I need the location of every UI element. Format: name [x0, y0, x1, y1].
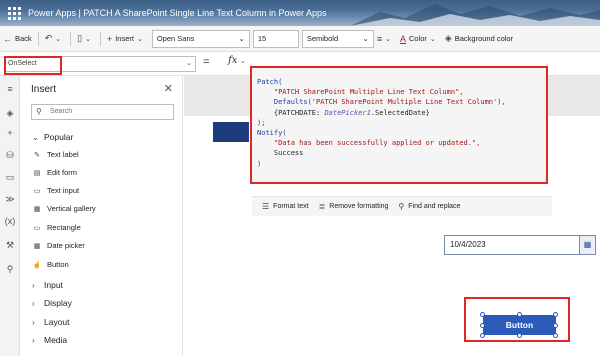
insert-item-text-input[interactable]: ▭ Text input — [32, 186, 79, 195]
clipboard-icon: ▯ — [77, 33, 83, 43]
resize-handle[interactable] — [480, 323, 485, 328]
chevron-down-icon: ⌄ — [136, 35, 143, 43]
resize-handle[interactable] — [553, 333, 558, 338]
database-icon[interactable]: ⛁ — [0, 148, 20, 162]
insert-panel: Insert ✕ ⚲ Search ⌄ Popular ✎ Text label ▤ E… — [20, 76, 183, 356]
menu-icon[interactable]: ≡ — [0, 82, 20, 96]
font-family-dropdown[interactable]: Open Sans ⌄ — [151, 29, 250, 48]
close-icon[interactable]: ✕ — [164, 82, 173, 95]
chevron-down-icon: ⌄ — [32, 133, 39, 142]
app-launcher-icon[interactable] — [4, 3, 24, 23]
rectangle-icon: ▭ — [33, 224, 41, 232]
search-icon: ⚲ — [36, 107, 42, 116]
flow-icon[interactable]: ≫ — [0, 192, 20, 206]
insert-item-edit-form[interactable]: ▤ Edit form — [32, 168, 77, 177]
button-icon: ☝ — [32, 261, 42, 269]
text-label-icon: ✎ — [34, 151, 40, 159]
mountain-banner-image — [350, 4, 600, 26]
insert-item-rectangle[interactable]: ▭ Rectangle — [32, 223, 81, 232]
search-icon[interactable]: ⚲ — [0, 262, 20, 276]
chevron-right-icon: › — [32, 281, 35, 290]
text-input-icon: ▭ — [33, 187, 41, 195]
insert-button[interactable]: + Insert ⌄ — [104, 30, 149, 48]
color-button[interactable]: A Color ⌄ — [397, 30, 442, 48]
paint-bucket-icon: ◈ — [444, 33, 452, 43]
resize-handle[interactable] — [480, 312, 485, 317]
chevron-down-icon: ⌄ — [385, 35, 391, 43]
chevron-down-icon: ⌄ — [55, 35, 62, 43]
back-button[interactable]: ← Back — [0, 30, 35, 48]
category-input[interactable]: › Input — [32, 280, 63, 290]
tools-icon[interactable]: ⚒ — [0, 238, 20, 252]
find-replace-button[interactable]: ⚲ Find and replace — [398, 202, 460, 211]
plus-icon: + — [106, 33, 113, 44]
canvas-header-bar — [213, 122, 249, 142]
chevron-right-icon: › — [32, 299, 35, 308]
equals-sign: = — [203, 56, 210, 68]
property-highlight-box — [4, 56, 62, 75]
background-color-button[interactable]: ◈ Background color — [442, 30, 516, 48]
format-text-icon: ☰ — [262, 202, 270, 211]
insert-item-date-picker[interactable]: ▦ Date picker — [32, 241, 85, 250]
font-color-icon: A — [399, 33, 406, 44]
chevron-down-icon: ⌄ — [362, 34, 369, 43]
category-popular[interactable]: ⌄ Popular — [32, 132, 73, 142]
paste-button[interactable]: ▯ ⌄ — [74, 30, 97, 48]
resize-handle[interactable] — [480, 333, 485, 338]
app-title: Power Apps | PATCH A SharePoint Single L… — [28, 8, 327, 18]
undo-icon: ↶ — [44, 33, 53, 43]
align-icon: ≡ — [376, 33, 383, 44]
chevron-right-icon: › — [32, 336, 35, 345]
search-icon: ⚲ — [398, 202, 405, 211]
chevron-down-icon: ⌄ — [238, 34, 245, 43]
chevron-down-icon: ⌄ — [186, 60, 192, 67]
remove-formatting-icon: ≣ — [318, 202, 326, 211]
resize-handle[interactable] — [553, 312, 558, 317]
canvas-button[interactable]: Button — [483, 315, 556, 335]
category-media[interactable]: › Media — [32, 335, 67, 345]
insert-item-text-label[interactable]: ✎ Text label — [32, 150, 79, 159]
resize-handle[interactable] — [517, 333, 522, 338]
command-toolbar: ← Back ↶ ⌄ ▯ ⌄ + Insert ⌄ Open Sans ⌄ 15 Semib… — [0, 26, 600, 52]
resize-handle[interactable] — [517, 312, 522, 317]
variables-icon[interactable]: (x) — [0, 214, 20, 228]
left-rail: ≡ ◈ + ⛁ ▭ ≫ (x) ⚒ ⚲ — [0, 76, 20, 356]
formula-editor[interactable]: Patch( "PATCH SharePoint Multiple Line T… — [250, 66, 548, 184]
undo-button[interactable]: ↶ ⌄ — [42, 30, 67, 48]
font-weight-dropdown[interactable]: Semibold ⌄ — [301, 29, 374, 48]
calendar-icon: ▦ — [33, 242, 41, 250]
category-display[interactable]: › Display — [32, 298, 72, 308]
resize-handle[interactable] — [553, 323, 558, 328]
insert-item-button[interactable]: ☝ Button — [32, 260, 69, 269]
remove-formatting-button[interactable]: ≣ Remove formatting — [319, 202, 389, 211]
panel-title: Insert — [31, 84, 57, 95]
calendar-icon[interactable]: ▦ — [579, 236, 595, 254]
back-arrow-icon: ← — [3, 33, 12, 44]
date-picker[interactable]: 10/4/2023 ▦ — [444, 235, 596, 255]
format-text-button[interactable]: ☰ Format text — [262, 202, 309, 211]
chevron-down-icon[interactable]: ⌄ — [240, 57, 246, 65]
fx-icon[interactable]: fx — [228, 55, 237, 66]
chevron-down-icon: ⌄ — [429, 35, 436, 43]
formula-format-bar: ☰ Format text ≣ Remove formatting ⚲ Find an… — [252, 196, 552, 216]
form-icon: ▤ — [33, 169, 41, 177]
gallery-icon: ▦ — [33, 205, 41, 213]
category-layout[interactable]: › Layout — [32, 317, 70, 327]
insert-item-vertical-gallery[interactable]: ▦ Vertical gallery — [32, 204, 96, 213]
font-size-input[interactable]: 15 — [252, 29, 299, 48]
title-bar: Power Apps | PATCH A SharePoint Single L… — [0, 0, 600, 26]
plus-icon[interactable]: + — [0, 126, 20, 140]
chevron-right-icon: › — [32, 318, 35, 327]
align-button[interactable]: ≡ ⌄ — [374, 30, 397, 48]
layers-icon[interactable]: ◈ — [0, 106, 20, 120]
chevron-down-icon: ⌄ — [85, 35, 91, 43]
search-input[interactable]: ⚲ Search — [31, 104, 174, 120]
media-icon[interactable]: ▭ — [0, 170, 20, 184]
